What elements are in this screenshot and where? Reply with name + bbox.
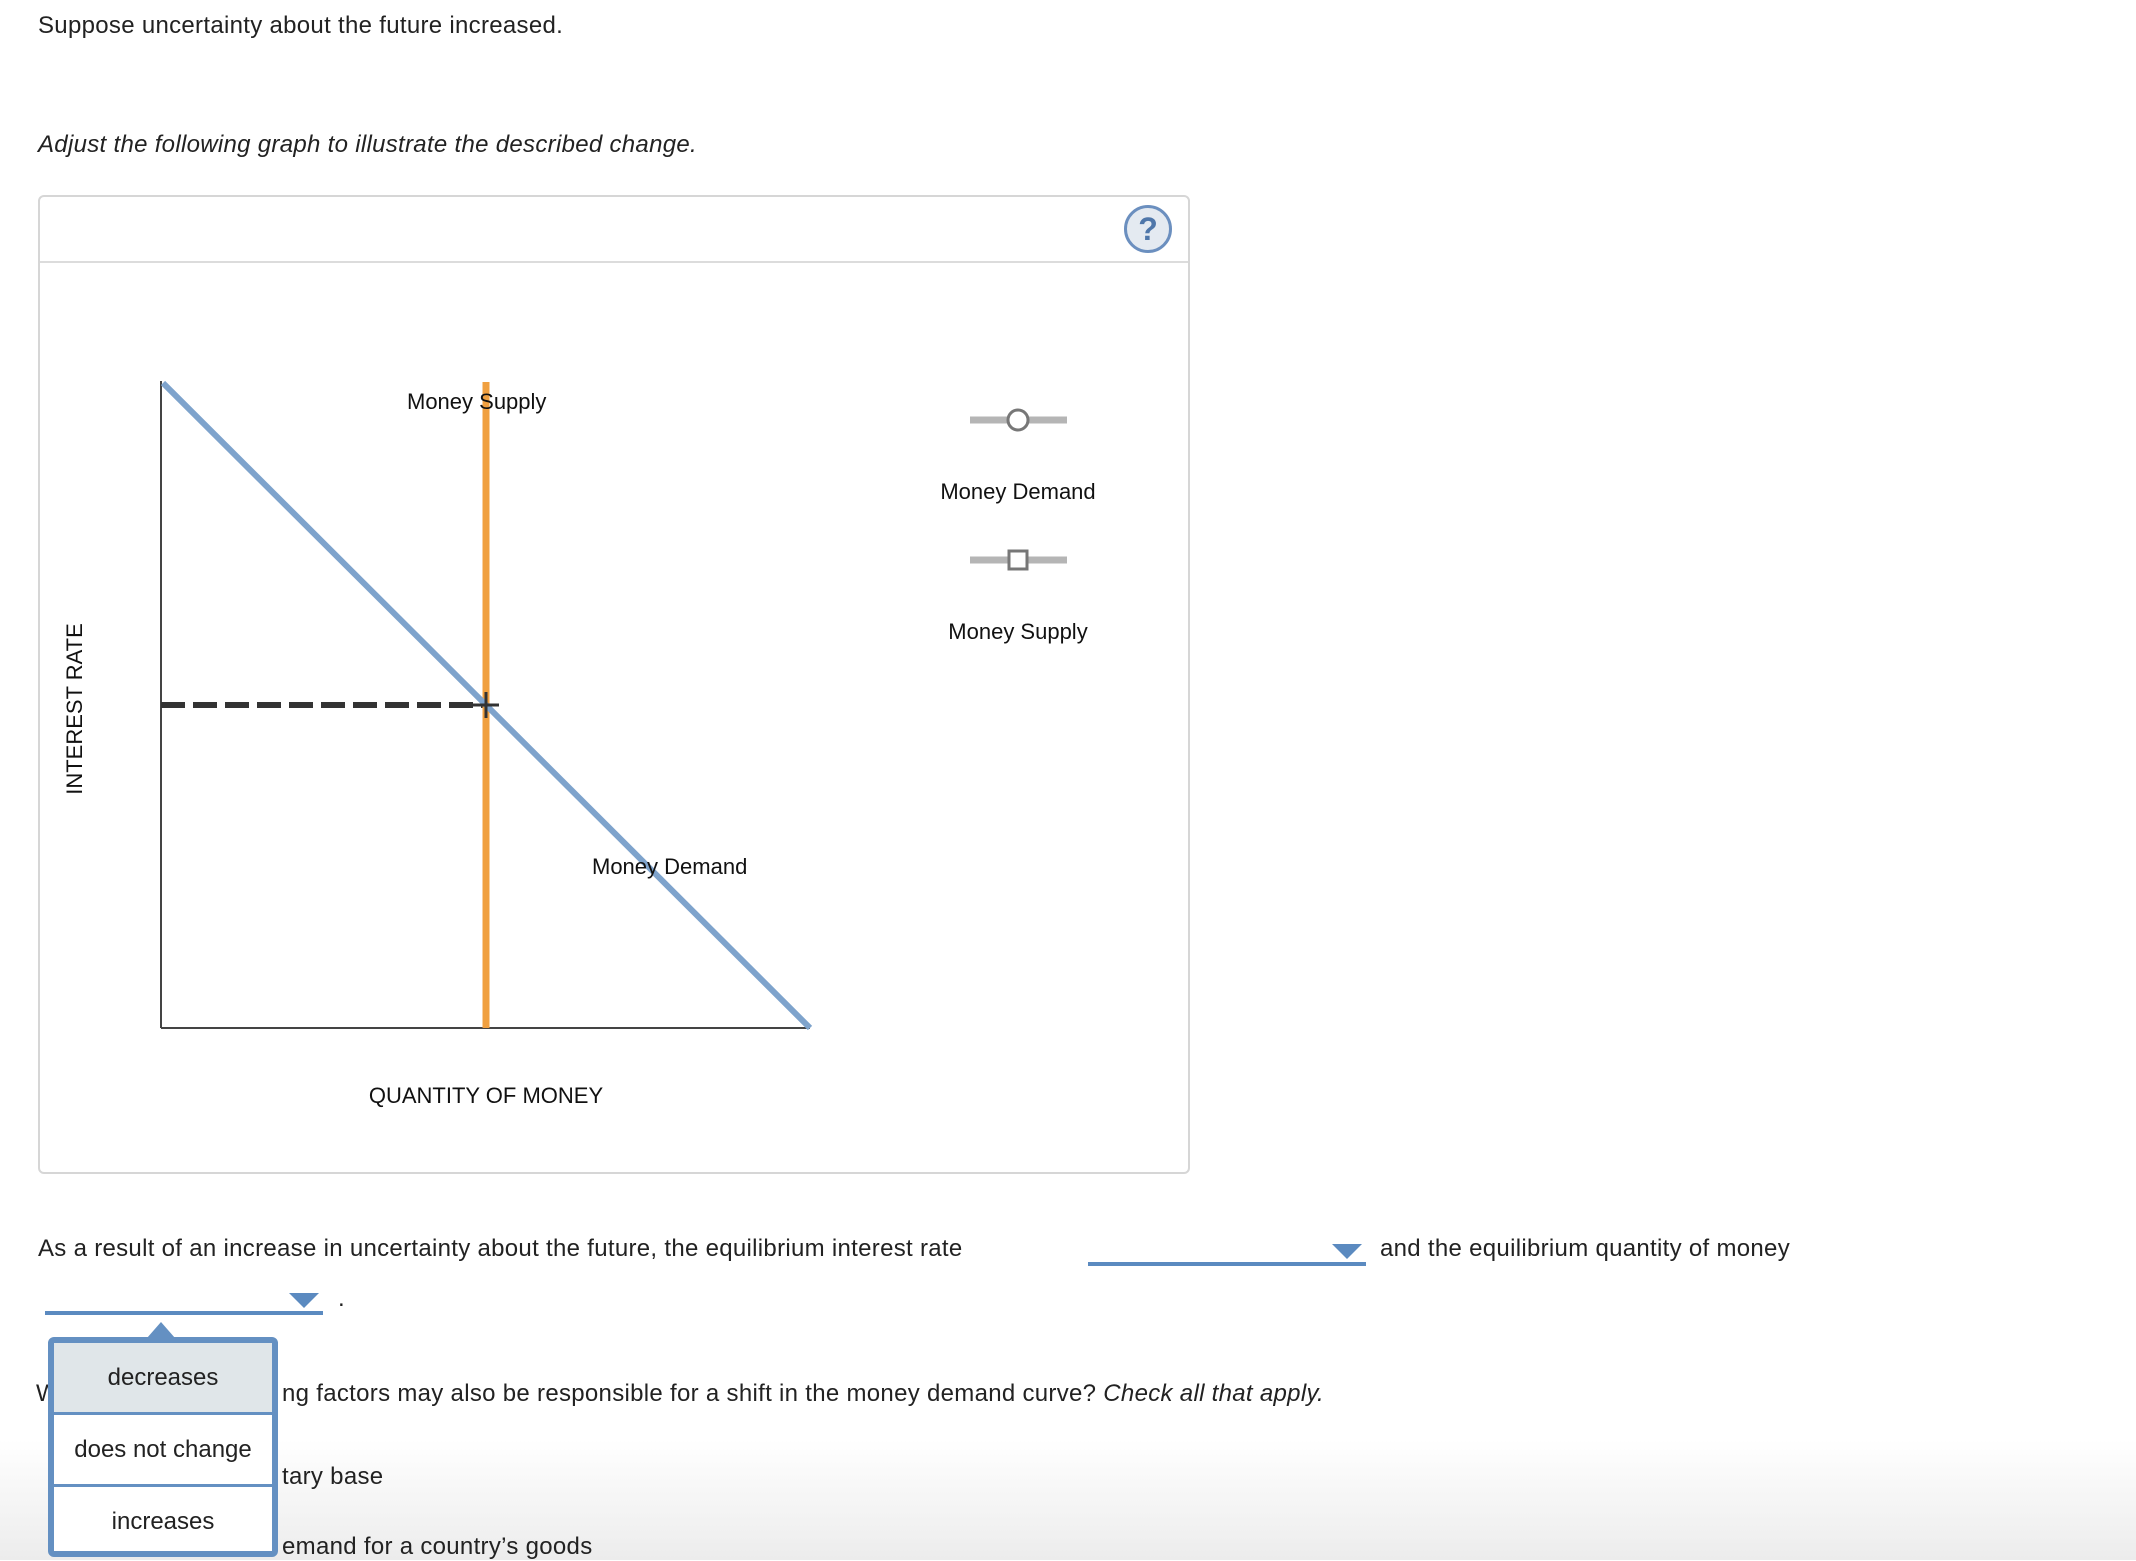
graph-panel: ? Money Supply Money Demand QUANTITY OF …	[38, 195, 1190, 1174]
question1-text: As a result of an increase in uncertaint…	[38, 1235, 963, 1262]
checkbox-option-1[interactable]: tary base	[282, 1463, 383, 1491]
question2-question: ng factors may also be responsible for a…	[282, 1380, 1097, 1407]
checkbox-option-2[interactable]: emand for a country’s goods	[282, 1533, 593, 1561]
chevron-down-icon	[289, 1293, 319, 1308]
money-supply-label: Money Supply	[407, 389, 546, 414]
y-axis-label: INTEREST RATE	[62, 623, 87, 795]
question2-text: ng factors may also be responsible for a…	[282, 1380, 1324, 1408]
popup-pointer	[147, 1322, 175, 1338]
prompt-text: Suppose uncertainty about the future inc…	[38, 12, 564, 39]
option-does-not-change[interactable]: does not change	[54, 1415, 272, 1487]
palette-money-supply-label: Money Supply	[948, 619, 1087, 644]
interest-rate-dropdown[interactable]	[1088, 1244, 1366, 1266]
chevron-down-icon	[1332, 1244, 1362, 1259]
money-demand-label: Money Demand	[592, 854, 747, 879]
question1-period: .	[338, 1285, 345, 1312]
option-decreases[interactable]: decreases	[54, 1343, 272, 1415]
x-axis-label: QUANTITY OF MONEY	[369, 1083, 604, 1108]
dropdown-options-popup: decreases does not change increases	[48, 1337, 278, 1557]
circle-handle-icon[interactable]	[1006, 408, 1030, 432]
instruction-text: Adjust the following graph to illustrate…	[38, 131, 697, 158]
question2-instruction: Check all that apply.	[1103, 1380, 1324, 1407]
square-handle-icon[interactable]	[1007, 549, 1029, 571]
quantity-dropdown[interactable]	[45, 1293, 323, 1315]
option-increases[interactable]: increases	[54, 1487, 272, 1556]
palette-money-supply[interactable]: Money Supply	[948, 549, 1088, 644]
palette-money-demand[interactable]: Money Demand	[940, 408, 1096, 504]
graph-canvas[interactable]: Money Supply Money Demand QUANTITY OF MO…	[40, 197, 1190, 1174]
question1-text-middle: and the equilibrium quantity of money	[1380, 1235, 1791, 1262]
palette-money-demand-label: Money Demand	[940, 479, 1095, 504]
